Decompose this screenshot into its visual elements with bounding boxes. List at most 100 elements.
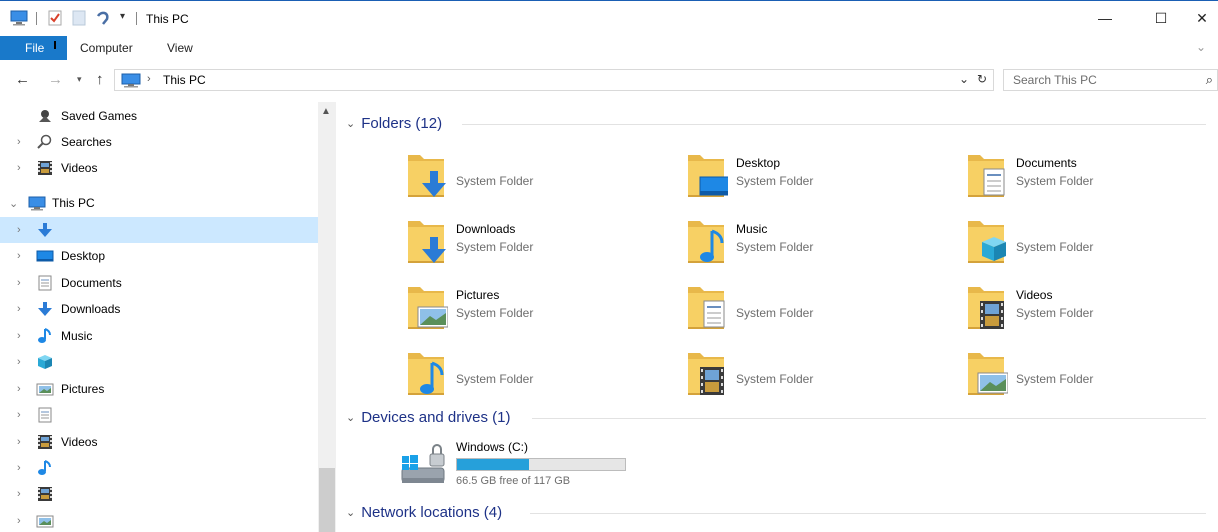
expander-chevron-icon[interactable]: › xyxy=(17,136,21,148)
recent-locations-chevron-icon[interactable]: ▾ xyxy=(77,74,82,85)
ribbon: File Computer View ⌄ xyxy=(0,36,1218,60)
expander-chevron-icon[interactable]: ⌄ xyxy=(9,197,18,210)
folder-tile[interactable]: System Folder xyxy=(686,278,946,336)
sidebar-item[interactable]: › Desktop xyxy=(0,243,318,269)
sidebar-item[interactable]: › Videos xyxy=(0,155,318,181)
expander-chevron-icon[interactable]: › xyxy=(17,224,21,236)
sidebar-item-label: Documents xyxy=(61,276,122,290)
undo-icon[interactable] xyxy=(95,10,111,26)
expander-chevron-icon[interactable]: › xyxy=(17,162,21,174)
sidebar-item[interactable]: › Searches xyxy=(0,129,318,155)
sidebar-item[interactable]: › Downloads xyxy=(0,296,318,322)
folder-tile[interactable]: System Folder xyxy=(406,344,666,402)
expander-chevron-icon[interactable]: › xyxy=(17,383,21,395)
forward-arrow-icon[interactable]: → xyxy=(48,71,63,88)
breadcrumb-chevron-icon[interactable]: › xyxy=(147,73,151,85)
sidebar-item[interactable]: › Pictures xyxy=(0,376,318,402)
expander-chevron-icon[interactable]: › xyxy=(17,462,21,474)
expander-chevron-icon[interactable]: › xyxy=(17,303,21,315)
music-icon xyxy=(36,460,54,476)
folder-name: Pictures xyxy=(456,288,500,302)
refresh-icon[interactable]: ↻ xyxy=(977,72,987,86)
pictures-icon xyxy=(36,513,54,529)
search-input[interactable]: Search This PC ⌕ xyxy=(1003,69,1218,91)
collapse-chevron-icon[interactable]: ⌄ xyxy=(346,506,355,519)
maximize-button[interactable]: ☐ xyxy=(1138,1,1184,35)
sidebar-item[interactable]: › xyxy=(0,349,318,375)
navigation-pane[interactable]: Saved Games › Searches › Videos ⌄ This PC › › Des… xyxy=(0,102,336,532)
sidebar-item[interactable]: › Videos xyxy=(0,429,318,455)
close-button[interactable]: ✕ xyxy=(1186,1,1218,35)
sidebar-item[interactable]: ⌄ This PC xyxy=(0,190,318,216)
folder-tile[interactable]: Music System Folder xyxy=(686,212,946,270)
customize-toolbar-chevron-icon[interactable]: ▾ xyxy=(120,11,125,22)
folder-tile[interactable]: System Folder xyxy=(966,344,1218,402)
computer-icon[interactable] xyxy=(10,10,28,26)
expander-chevron-icon[interactable]: › xyxy=(17,250,21,262)
collapse-chevron-icon[interactable]: ⌄ xyxy=(346,117,355,130)
tab-view[interactable]: View xyxy=(167,41,193,55)
address-bar[interactable]: › This PC ⌄ ↻ xyxy=(114,69,994,91)
scrollbar[interactable]: ▲ xyxy=(318,102,336,532)
folder-cube-icon xyxy=(966,217,1006,265)
folder-type: System Folder xyxy=(456,174,534,188)
new-folder-icon[interactable] xyxy=(72,10,86,26)
title-bar: ▾ This PC — ☐ ✕ xyxy=(0,0,1218,36)
sidebar-item[interactable]: › Music xyxy=(0,323,318,349)
drive-usage-fill xyxy=(457,459,530,470)
folder-document-icon xyxy=(966,151,1006,199)
expander-chevron-icon[interactable]: › xyxy=(17,515,21,527)
breadcrumb[interactable]: This PC xyxy=(163,73,206,87)
expander-chevron-icon[interactable]: › xyxy=(17,356,21,368)
folder-tile[interactable]: Documents System Folder xyxy=(966,146,1218,204)
sidebar-item[interactable]: › xyxy=(0,455,318,481)
sidebar-item[interactable]: › xyxy=(0,481,318,507)
folder-tile[interactable]: Downloads System Folder xyxy=(406,212,666,270)
collapse-chevron-icon[interactable]: ⌄ xyxy=(346,411,355,424)
tab-file[interactable]: File xyxy=(0,36,67,60)
back-arrow-icon[interactable]: ← xyxy=(15,71,30,88)
folder-tile[interactable]: Desktop System Folder xyxy=(686,146,946,204)
sidebar-item[interactable]: › xyxy=(0,217,318,243)
group-network[interactable]: ⌄ Network locations (4) xyxy=(346,504,502,521)
address-dropdown-icon[interactable]: ⌄ xyxy=(959,72,969,86)
cursor-mark xyxy=(54,41,56,49)
expand-ribbon-icon[interactable]: ⌄ xyxy=(1196,40,1206,54)
expander-chevron-icon[interactable]: › xyxy=(17,277,21,289)
sidebar-item[interactable]: › xyxy=(0,508,318,532)
folder-tile[interactable]: Videos System Folder xyxy=(966,278,1218,336)
scrollbar-thumb[interactable] xyxy=(319,468,335,532)
folder-name: Documents xyxy=(1016,156,1077,170)
sidebar-item[interactable]: › xyxy=(0,402,318,428)
folder-type: System Folder xyxy=(736,372,814,386)
tab-file-label: File xyxy=(25,41,45,55)
minimize-button[interactable]: — xyxy=(1082,1,1128,35)
folder-tile[interactable]: Pictures System Folder xyxy=(406,278,666,336)
folder-desktop-icon xyxy=(686,151,733,199)
properties-icon[interactable] xyxy=(48,10,62,26)
folder-tile[interactable]: System Folder xyxy=(406,146,666,204)
search-icon[interactable]: ⌕ xyxy=(1206,72,1213,88)
folder-tile[interactable]: System Folder xyxy=(686,344,946,402)
expander-chevron-icon[interactable]: › xyxy=(17,330,21,342)
tab-computer[interactable]: Computer xyxy=(80,41,133,55)
separator xyxy=(136,12,137,25)
folder-type: System Folder xyxy=(736,240,814,254)
folder-type: System Folder xyxy=(456,306,534,320)
3d-objects-icon xyxy=(36,354,54,370)
sidebar-item[interactable]: Saved Games xyxy=(0,103,318,129)
sidebar-item[interactable]: › Documents xyxy=(0,270,318,296)
group-network-label: Network locations (4) xyxy=(361,504,503,521)
folder-name: Desktop xyxy=(736,156,781,170)
expander-chevron-icon[interactable]: › xyxy=(17,436,21,448)
expander-chevron-icon[interactable]: › xyxy=(17,488,21,500)
folder-tile[interactable]: System Folder xyxy=(966,212,1218,270)
group-folders-label: Folders (12) xyxy=(361,115,443,132)
group-devices[interactable]: ⌄ Devices and drives (1) xyxy=(346,409,510,426)
up-arrow-icon[interactable]: ↑ xyxy=(96,71,104,88)
videos-icon xyxy=(36,160,54,176)
drive-windows-c[interactable]: Windows (C:) 66.5 GB free of 117 GB xyxy=(400,440,700,492)
scroll-up-icon[interactable]: ▲ xyxy=(321,106,331,117)
group-folders[interactable]: ⌄ Folders (12) xyxy=(346,115,442,132)
expander-chevron-icon[interactable]: › xyxy=(17,409,21,421)
